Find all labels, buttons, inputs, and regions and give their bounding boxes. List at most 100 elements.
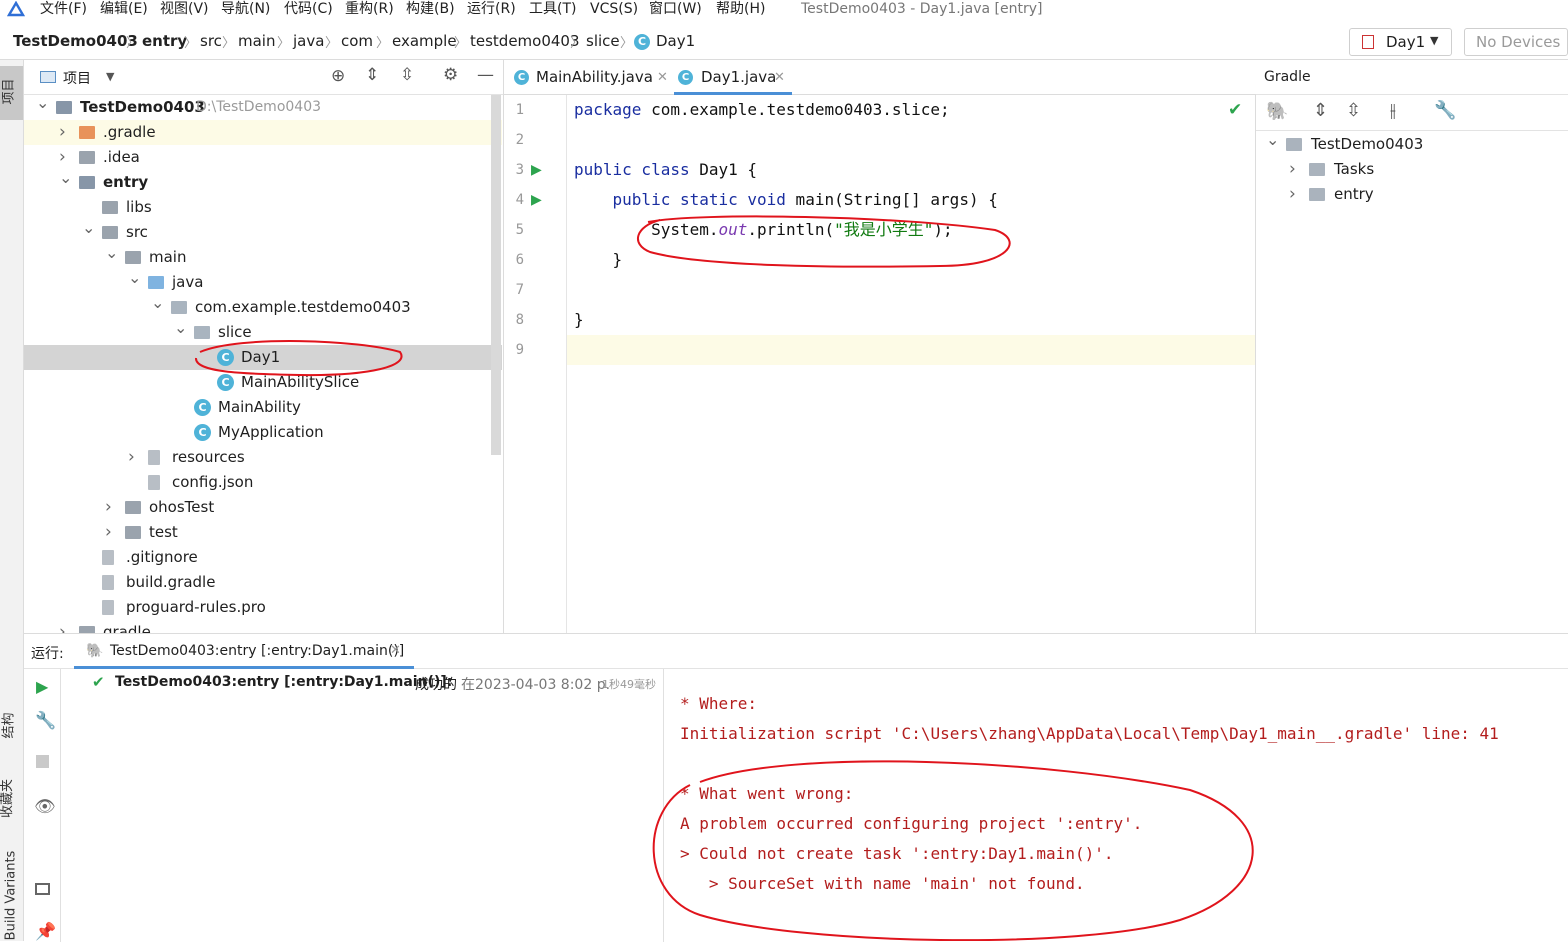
tree-row[interactable]: › gradle	[24, 620, 502, 633]
tree-row[interactable]: ⌄ main	[24, 245, 502, 270]
tree-row[interactable]: build.gradle	[24, 570, 502, 595]
build-variants-tool-button[interactable]: Build Variants	[0, 850, 23, 941]
tree-row[interactable]: C Day1	[24, 345, 502, 370]
breadcrumb-item[interactable]: example	[392, 31, 457, 51]
breadcrumb-item[interactable]: main	[238, 31, 275, 51]
collapse-all-icon[interactable]: ⇳	[1346, 100, 1361, 121]
breadcrumb-item[interactable]: entry	[142, 31, 187, 51]
chevron-down-icon[interactable]: ⌄	[36, 95, 50, 111]
chevron-down-icon[interactable]: ⌄	[82, 220, 96, 236]
build-variants-tool-label: Build Variants	[3, 850, 19, 941]
code-area[interactable]: package com.example.testdemo0403.slice; p…	[504, 95, 1255, 633]
chevron-right-icon[interactable]: ›	[59, 620, 73, 633]
menu-navigate[interactable]: 导航(N)	[221, 0, 270, 20]
project-tool-label: 项目	[1, 78, 17, 105]
tree-row[interactable]: ⌄ src	[24, 220, 502, 245]
tree-label: .gitignore	[126, 548, 198, 566]
toggle-offline-icon[interactable]: ⫲	[1390, 100, 1396, 121]
gear-icon[interactable]: ⚙	[443, 65, 458, 85]
tree-label: test	[149, 523, 178, 541]
tree-row[interactable]: ⌄ TestDemo0403 D:\TestDemo0403	[24, 95, 502, 120]
chevron-down-icon[interactable]: ▼	[106, 70, 114, 83]
wrench-icon[interactable]: 🔧	[1434, 100, 1456, 121]
gradle-tree-row[interactable]: ⌄ TestDemo0403	[1256, 132, 1568, 157]
breadcrumb-item[interactable]: src	[200, 31, 222, 51]
chevron-down-icon[interactable]: ⌄	[59, 170, 73, 186]
chevron-right-icon[interactable]: ›	[1289, 182, 1303, 206]
tree-row[interactable]: C MainAbility	[24, 395, 502, 420]
chevron-right-icon[interactable]: ›	[105, 495, 119, 519]
tree-row[interactable]: › test	[24, 520, 502, 545]
tab-day1-java[interactable]: C Day1.java ✕	[674, 60, 792, 95]
expand-all-icon[interactable]: ⇕	[1313, 100, 1328, 121]
console-output[interactable]: * Where: Initialization script 'C:\Users\…	[24, 634, 1568, 942]
breadcrumb-item[interactable]: testdemo0403	[470, 31, 580, 51]
chevron-down-icon[interactable]: ⌄	[105, 245, 119, 261]
device-dropdown[interactable]: No Devices	[1464, 28, 1568, 56]
code-line: }	[574, 250, 623, 269]
breadcrumb-item[interactable]: slice	[586, 31, 620, 51]
menu-file[interactable]: 文件(F)	[40, 0, 87, 20]
hide-icon[interactable]: —	[477, 65, 494, 85]
breadcrumb-item[interactable]: java	[293, 31, 324, 51]
structure-tool-button[interactable]: 结构	[0, 700, 23, 750]
menu-code[interactable]: 代码(C)	[284, 0, 333, 20]
tab-mainability-java[interactable]: C MainAbility.java ✕	[512, 60, 670, 95]
tree-row[interactable]: C MyApplication	[24, 420, 502, 445]
run-config-icon	[1362, 35, 1374, 49]
scrollbar[interactable]	[491, 95, 501, 455]
tree-row[interactable]: config.json	[24, 470, 502, 495]
tree-row[interactable]: › ohosTest	[24, 495, 502, 520]
chevron-right-icon[interactable]: ›	[59, 145, 73, 169]
menu-view[interactable]: 视图(V)	[160, 0, 209, 20]
tree-row[interactable]: ⌄ slice	[24, 320, 502, 345]
favorites-tool-button[interactable]: 收藏夹	[0, 765, 23, 835]
menu-run[interactable]: 运行(R)	[467, 0, 516, 20]
menu-vcs[interactable]: VCS(S)	[590, 0, 638, 20]
tree-row[interactable]: .gitignore	[24, 545, 502, 570]
menu-help[interactable]: 帮助(H)	[716, 0, 765, 20]
chevron-right-icon[interactable]: ›	[105, 520, 119, 544]
run-config-dropdown[interactable]: Day1 ▼	[1349, 28, 1452, 56]
chevron-right-icon[interactable]: ›	[1289, 157, 1303, 181]
window-title: TestDemo0403 - Day1.java [entry]	[801, 1, 1043, 17]
chevron-right-icon[interactable]: ›	[128, 445, 142, 469]
breadcrumb-item[interactable]: TestDemo0403	[13, 31, 138, 51]
check-icon: ✔	[1228, 100, 1243, 120]
expand-all-icon[interactable]: ⇕	[365, 65, 379, 85]
tree-row[interactable]: proguard-rules.pro	[24, 595, 502, 620]
tree-label: .idea	[103, 148, 140, 166]
locate-icon[interactable]: ⊕	[331, 66, 345, 86]
chevron-down-icon[interactable]: ⌄	[128, 270, 142, 286]
tree-row[interactable]: › resources	[24, 445, 502, 470]
breadcrumb-item[interactable]: com	[341, 31, 373, 51]
chevron-down-icon[interactable]: ⌄	[151, 295, 165, 311]
menu-window[interactable]: 窗口(W)	[649, 0, 702, 20]
chevron-down-icon[interactable]: ⌄	[1266, 132, 1280, 148]
collapse-all-icon[interactable]: ⇳	[400, 65, 414, 85]
menu-build[interactable]: 构建(B)	[406, 0, 455, 20]
chevron-down-icon[interactable]: ⌄	[174, 320, 188, 336]
menu-edit[interactable]: 编辑(E)	[100, 0, 148, 20]
menu-refactor[interactable]: 重构(R)	[345, 0, 394, 20]
menu-tools[interactable]: 工具(T)	[529, 0, 576, 20]
tree-row[interactable]: ⌄ entry	[24, 170, 502, 195]
close-icon[interactable]: ✕	[657, 60, 668, 95]
close-icon[interactable]: ✕	[774, 60, 785, 95]
project-tool-button[interactable]: 项目	[0, 66, 23, 120]
tree-row[interactable]: libs	[24, 195, 502, 220]
chevron-right-icon[interactable]: ›	[59, 120, 73, 144]
tab-label: MainAbility.java	[536, 68, 653, 86]
gradle-tree-row[interactable]: › Tasks	[1256, 157, 1568, 182]
tree-row[interactable]: ⌄ com.example.testdemo0403	[24, 295, 502, 320]
tree-row[interactable]: › .gradle	[24, 120, 502, 145]
project-panel-header: 项目 ▼ ⊕ ⇕ ⇳ ⚙ —	[24, 60, 503, 95]
tree-row[interactable]: ⌄ java	[24, 270, 502, 295]
folder-icon	[171, 301, 187, 314]
tree-row[interactable]: › .idea	[24, 145, 502, 170]
elephant-icon[interactable]: 🐘	[1266, 101, 1288, 122]
breadcrumb-item[interactable]: Day1	[656, 31, 695, 51]
gradle-tree-row[interactable]: › entry	[1256, 182, 1568, 207]
tree-row[interactable]: C MainAbilitySlice	[24, 370, 502, 395]
folder-icon	[148, 276, 164, 289]
